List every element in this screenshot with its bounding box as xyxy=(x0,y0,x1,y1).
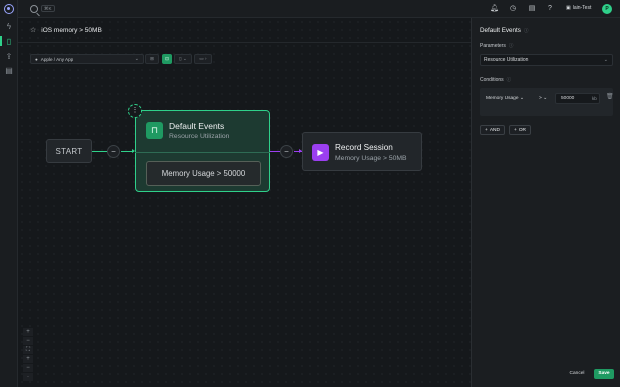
zoom-out-button[interactable]: − xyxy=(23,337,33,345)
star-icon[interactable]: ☆ xyxy=(30,26,36,34)
zoom-in-button[interactable]: + xyxy=(23,328,33,336)
platform-select[interactable]: ● Apple / Any App ⌄ xyxy=(30,54,144,64)
top-bar: ⌘K 🔔︎ ◷ ▤ ? ▣ lain-Test P xyxy=(18,0,620,18)
node-title: Record Session xyxy=(335,143,393,152)
breadcrumb: ☆ iOS memory > 50MB xyxy=(30,26,102,35)
clock-icon[interactable]: ◷ xyxy=(509,5,517,13)
parameters-label-text: Parameters xyxy=(480,43,506,49)
cancel-button[interactable]: Cancel xyxy=(566,369,588,379)
edge-default-left xyxy=(270,151,280,152)
plus-icon: + xyxy=(514,127,517,133)
add-or-button[interactable]: + OR xyxy=(509,125,532,135)
book-icon[interactable]: ▤ xyxy=(528,5,536,13)
trash-icon[interactable]: 🗑︎ xyxy=(606,93,614,100)
left-rail: ϟ ▯ ⇪ ▤ xyxy=(0,0,18,387)
code-icon[interactable]: ⊡ xyxy=(162,54,172,64)
zoom-controls: + − ⛶ + − · xyxy=(23,328,33,381)
help-icon[interactable]: ? xyxy=(546,5,554,13)
page-title: iOS memory > 50MB xyxy=(41,26,102,34)
panel-title: Default Events ⓘ xyxy=(480,27,528,34)
plus-icon: + xyxy=(485,127,488,133)
node-subtitle: Memory Usage > 50MB xyxy=(335,155,407,162)
condition-unit: kb xyxy=(592,96,597,101)
minus-connector-button[interactable]: − xyxy=(280,145,293,158)
start-node[interactable]: START xyxy=(46,139,92,163)
conditions-label: Conditions ⓘ xyxy=(480,77,511,83)
parameters-value: Resource Utilization xyxy=(484,57,529,63)
panel-title-text: Default Events xyxy=(480,27,521,34)
or-label: OR xyxy=(518,127,527,133)
parameters-select[interactable]: Resource Utilization ⌄ xyxy=(480,54,613,66)
add-button[interactable]: + xyxy=(23,355,33,363)
flow-canvas[interactable]: ☆ iOS memory > 50MB ● Apple / Any App ⌄ … xyxy=(18,18,471,387)
lightning-icon[interactable]: ϟ xyxy=(4,21,14,31)
header-divider xyxy=(18,42,471,43)
save-button[interactable]: Save xyxy=(594,369,614,379)
node-divider xyxy=(135,152,270,153)
condition-operator: > xyxy=(539,96,542,101)
chevron-down-icon: ⌄ xyxy=(134,56,139,62)
video-icon[interactable]: ▭ › xyxy=(194,54,212,64)
folder-icon: ▣ xyxy=(566,5,571,11)
condition-metric-select[interactable]: Memory Usage ⌄ xyxy=(486,96,524,101)
remove-button[interactable]: − xyxy=(23,364,33,372)
bookmark-icon: ⊓ xyxy=(146,122,163,139)
node-condition[interactable]: Memory Usage > 50000 xyxy=(146,161,261,186)
user-name: lain-Test xyxy=(572,5,592,11)
grid-icon[interactable]: ⊞ xyxy=(145,54,159,64)
info-icon[interactable]: ⓘ xyxy=(509,43,514,49)
start-label: START xyxy=(55,146,83,156)
node-subtitle: Resource Utilization xyxy=(169,133,230,140)
properties-panel: Default Events ⓘ Parameters ⓘ Resource U… xyxy=(471,18,620,387)
condition-row: Memory Usage ⌄ > ⌄ 50000 kb 🗑︎ xyxy=(480,88,614,116)
condition-metric: Memory Usage xyxy=(486,96,519,101)
edge-start-left xyxy=(92,151,107,152)
chevron-down-icon: ⌄ xyxy=(603,57,608,63)
search-icon[interactable] xyxy=(30,5,38,13)
record-session-node[interactable]: ▶ Record Session Memory Usage > 50MB xyxy=(302,132,422,171)
more-button[interactable]: · xyxy=(23,373,33,381)
avatar[interactable]: P xyxy=(602,4,612,14)
minus-connector-button[interactable]: − xyxy=(107,145,120,158)
add-and-button[interactable]: + AND xyxy=(480,125,505,135)
workspace-switcher[interactable]: ▣ lain-Test xyxy=(566,5,591,11)
archive-icon[interactable]: ▤ xyxy=(4,65,14,75)
apple-icon: ● xyxy=(35,56,38,62)
device-toggle-icon[interactable]: ▯ ⌄ xyxy=(174,54,192,64)
conditions-label-text: Conditions xyxy=(480,77,504,83)
node-menu-icon[interactable]: ⋮ xyxy=(128,104,142,118)
info-icon[interactable]: ⓘ xyxy=(507,77,512,83)
fit-view-button[interactable]: ⛶ xyxy=(23,346,33,354)
platform-label: Apple / Any App xyxy=(40,56,74,62)
and-label: AND xyxy=(489,127,500,133)
upload-icon[interactable]: ⇪ xyxy=(4,51,14,61)
chevron-down-icon: ⌄ xyxy=(519,96,524,101)
parameters-label: Parameters ⓘ xyxy=(480,43,513,49)
device-icon[interactable]: ▯ xyxy=(0,36,14,46)
node-title: Default Events xyxy=(169,121,225,131)
info-icon[interactable]: ⓘ xyxy=(524,28,529,34)
chevron-down-icon: ⌄ xyxy=(543,96,548,101)
bell-icon[interactable]: 🔔︎ xyxy=(490,5,499,13)
app-logo-icon[interactable] xyxy=(4,4,14,14)
search-shortcut: ⌘K xyxy=(41,5,55,12)
video-camera-icon: ▶ xyxy=(312,144,329,161)
default-events-node[interactable]: ⊓ Default Events Resource Utilization Me… xyxy=(135,110,270,192)
condition-operator-select[interactable]: > ⌄ xyxy=(539,96,547,101)
